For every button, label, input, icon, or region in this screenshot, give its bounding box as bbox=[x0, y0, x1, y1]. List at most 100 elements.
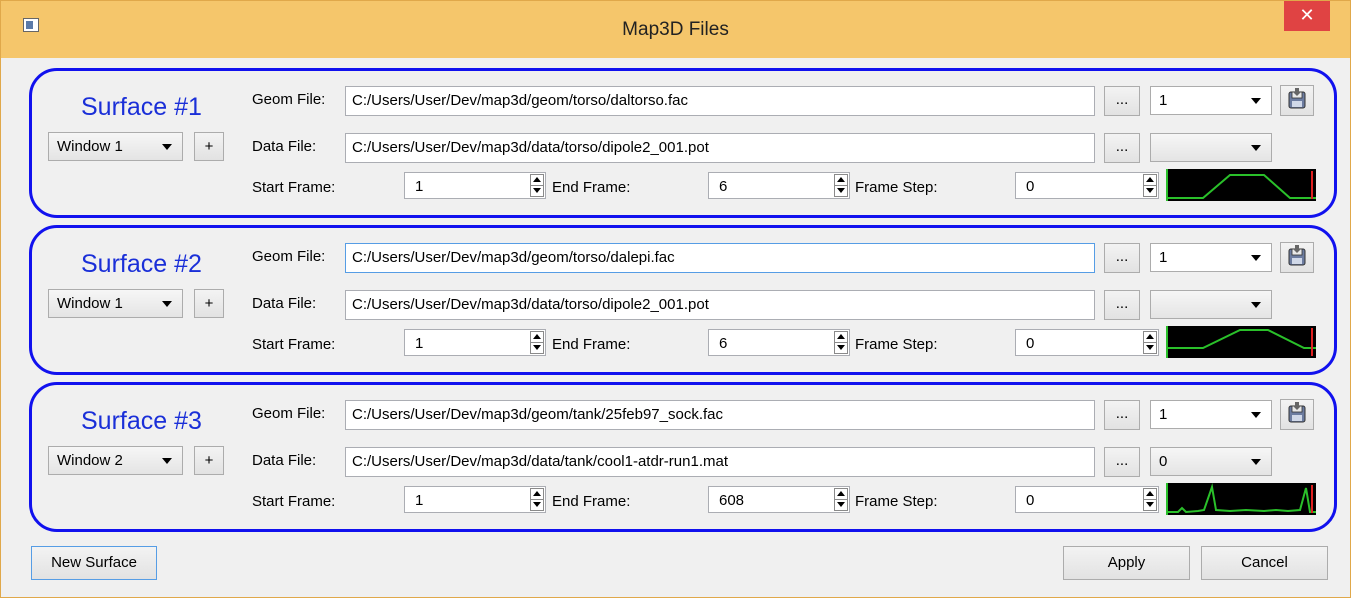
graph-plot bbox=[1168, 483, 1316, 514]
spin-arrows-icon[interactable] bbox=[1143, 488, 1157, 511]
frame-step-value: 0 bbox=[1026, 335, 1035, 352]
spin-arrows-icon[interactable] bbox=[834, 174, 848, 197]
spin-arrows-icon[interactable] bbox=[1143, 331, 1157, 354]
surface-title: Surface #1 bbox=[81, 93, 202, 121]
geom-index-value: 1 bbox=[1159, 406, 1168, 423]
data-index-select[interactable] bbox=[1150, 290, 1272, 319]
data-file-label: Data File: bbox=[252, 452, 317, 469]
frame-step-label: Frame Step: bbox=[855, 179, 938, 196]
apply-button[interactable]: Apply bbox=[1063, 546, 1190, 580]
start-frame-label: Start Frame: bbox=[252, 493, 336, 510]
end-frame-value: 6 bbox=[719, 178, 728, 195]
window-select-value: Window 1 bbox=[57, 138, 123, 155]
start-frame-value: 1 bbox=[415, 178, 424, 195]
window-select[interactable]: Window 1 bbox=[48, 132, 183, 161]
data-browse-button[interactable]: ... bbox=[1104, 133, 1140, 163]
data-file-label: Data File: bbox=[252, 138, 317, 155]
geom-file-field[interactable]: C:/Users/User/Dev/map3d/geom/torso/dalto… bbox=[345, 86, 1095, 116]
save-surface-button[interactable] bbox=[1280, 399, 1314, 430]
data-index-select[interactable] bbox=[1150, 133, 1272, 162]
start-frame-value: 1 bbox=[415, 335, 424, 352]
end-frame-spinbox[interactable]: 608 bbox=[708, 486, 850, 513]
frame-step-label: Frame Step: bbox=[855, 493, 938, 510]
chevron-down-icon bbox=[162, 144, 172, 150]
chevron-down-icon bbox=[162, 301, 172, 307]
window-select[interactable]: Window 1 bbox=[48, 289, 183, 318]
geom-browse-button[interactable]: ... bbox=[1104, 86, 1140, 116]
graph-plot bbox=[1168, 328, 1316, 356]
geom-file-field[interactable]: C:/Users/User/Dev/map3d/geom/tank/25feb9… bbox=[345, 400, 1095, 430]
surface-title: Surface #3 bbox=[81, 407, 202, 435]
start-frame-value: 1 bbox=[415, 492, 424, 509]
end-frame-spinbox[interactable]: 6 bbox=[708, 329, 850, 356]
geom-index-select[interactable]: 1 bbox=[1150, 243, 1272, 272]
end-frame-value: 6 bbox=[719, 335, 728, 352]
close-icon[interactable]: ✕ bbox=[1284, 1, 1330, 31]
graph-line bbox=[1168, 329, 1316, 349]
geom-index-value: 1 bbox=[1159, 92, 1168, 109]
geom-index-value: 1 bbox=[1159, 249, 1168, 266]
data-browse-button[interactable]: ... bbox=[1104, 447, 1140, 477]
spin-arrows-icon[interactable] bbox=[1143, 174, 1157, 197]
start-frame-spinbox[interactable]: 1 bbox=[404, 172, 546, 199]
geom-browse-button[interactable]: ... bbox=[1104, 400, 1140, 430]
map3d-files-dialog: Map3D Files ✕ Surface #1 Window 1 + Geom… bbox=[0, 0, 1351, 598]
chevron-down-icon bbox=[162, 458, 172, 464]
geom-file-label: Geom File: bbox=[252, 91, 326, 108]
graph-plot bbox=[1168, 171, 1316, 199]
chevron-down-icon bbox=[1251, 302, 1261, 308]
frame-range-graph[interactable] bbox=[1166, 169, 1316, 201]
window-title: Map3D Files bbox=[622, 19, 729, 40]
data-file-field[interactable]: C:/Users/User/Dev/map3d/data/torso/dipol… bbox=[345, 133, 1095, 163]
frame-step-label: Frame Step: bbox=[855, 336, 938, 353]
geom-file-label: Geom File: bbox=[252, 248, 326, 265]
frame-range-graph[interactable] bbox=[1166, 326, 1316, 358]
end-frame-label: End Frame: bbox=[552, 493, 631, 510]
start-frame-spinbox[interactable]: 1 bbox=[404, 329, 546, 356]
geom-index-select[interactable]: 1 bbox=[1150, 86, 1272, 115]
save-surface-button[interactable] bbox=[1280, 242, 1314, 273]
geom-browse-button[interactable]: ... bbox=[1104, 243, 1140, 273]
spin-arrows-icon[interactable] bbox=[834, 488, 848, 511]
cancel-button[interactable]: Cancel bbox=[1201, 546, 1328, 580]
end-frame-value: 608 bbox=[719, 492, 745, 509]
save-surface-button[interactable] bbox=[1280, 85, 1314, 116]
data-browse-button[interactable]: ... bbox=[1104, 290, 1140, 320]
start-frame-spinbox[interactable]: 1 bbox=[404, 486, 546, 513]
spin-arrows-icon[interactable] bbox=[834, 331, 848, 354]
chevron-down-icon bbox=[1251, 255, 1261, 261]
spin-arrows-icon[interactable] bbox=[530, 488, 544, 511]
frame-step-value: 0 bbox=[1026, 178, 1035, 195]
add-window-button[interactable]: + bbox=[194, 289, 224, 318]
chevron-down-icon bbox=[1251, 145, 1261, 151]
end-frame-label: End Frame: bbox=[552, 179, 631, 196]
frame-step-spinbox[interactable]: 0 bbox=[1015, 172, 1159, 199]
save-disk-icon bbox=[1288, 402, 1306, 423]
frame-range-graph[interactable] bbox=[1166, 483, 1316, 515]
surface-group-1: Surface #1 Window 1 + Geom File: C:/User… bbox=[29, 68, 1337, 218]
chevron-down-icon bbox=[1251, 412, 1261, 418]
data-index-select[interactable]: 0 bbox=[1150, 447, 1272, 476]
add-window-button[interactable]: + bbox=[194, 446, 224, 475]
frame-step-spinbox[interactable]: 0 bbox=[1015, 329, 1159, 356]
geom-file-label: Geom File: bbox=[252, 405, 326, 422]
save-disk-icon bbox=[1288, 88, 1306, 109]
add-window-button[interactable]: + bbox=[194, 132, 224, 161]
graph-line bbox=[1168, 483, 1316, 514]
window-select-value: Window 1 bbox=[57, 295, 123, 312]
data-file-field[interactable]: C:/Users/User/Dev/map3d/data/torso/dipol… bbox=[345, 290, 1095, 320]
spin-arrows-icon[interactable] bbox=[530, 331, 544, 354]
surface-group-2: Surface #2 Window 1 + Geom File: C:/User… bbox=[29, 225, 1337, 375]
new-surface-button[interactable]: New Surface bbox=[31, 546, 157, 580]
surface-title: Surface #2 bbox=[81, 250, 202, 278]
chevron-down-icon bbox=[1251, 459, 1261, 465]
window-select-value: Window 2 bbox=[57, 452, 123, 469]
data-file-field[interactable]: C:/Users/User/Dev/map3d/data/tank/cool1-… bbox=[345, 447, 1095, 477]
spin-arrows-icon[interactable] bbox=[530, 174, 544, 197]
end-frame-spinbox[interactable]: 6 bbox=[708, 172, 850, 199]
chevron-down-icon bbox=[1251, 98, 1261, 104]
geom-file-field[interactable]: C:/Users/User/Dev/map3d/geom/torso/dalep… bbox=[345, 243, 1095, 273]
geom-index-select[interactable]: 1 bbox=[1150, 400, 1272, 429]
window-select[interactable]: Window 2 bbox=[48, 446, 183, 475]
frame-step-spinbox[interactable]: 0 bbox=[1015, 486, 1159, 513]
